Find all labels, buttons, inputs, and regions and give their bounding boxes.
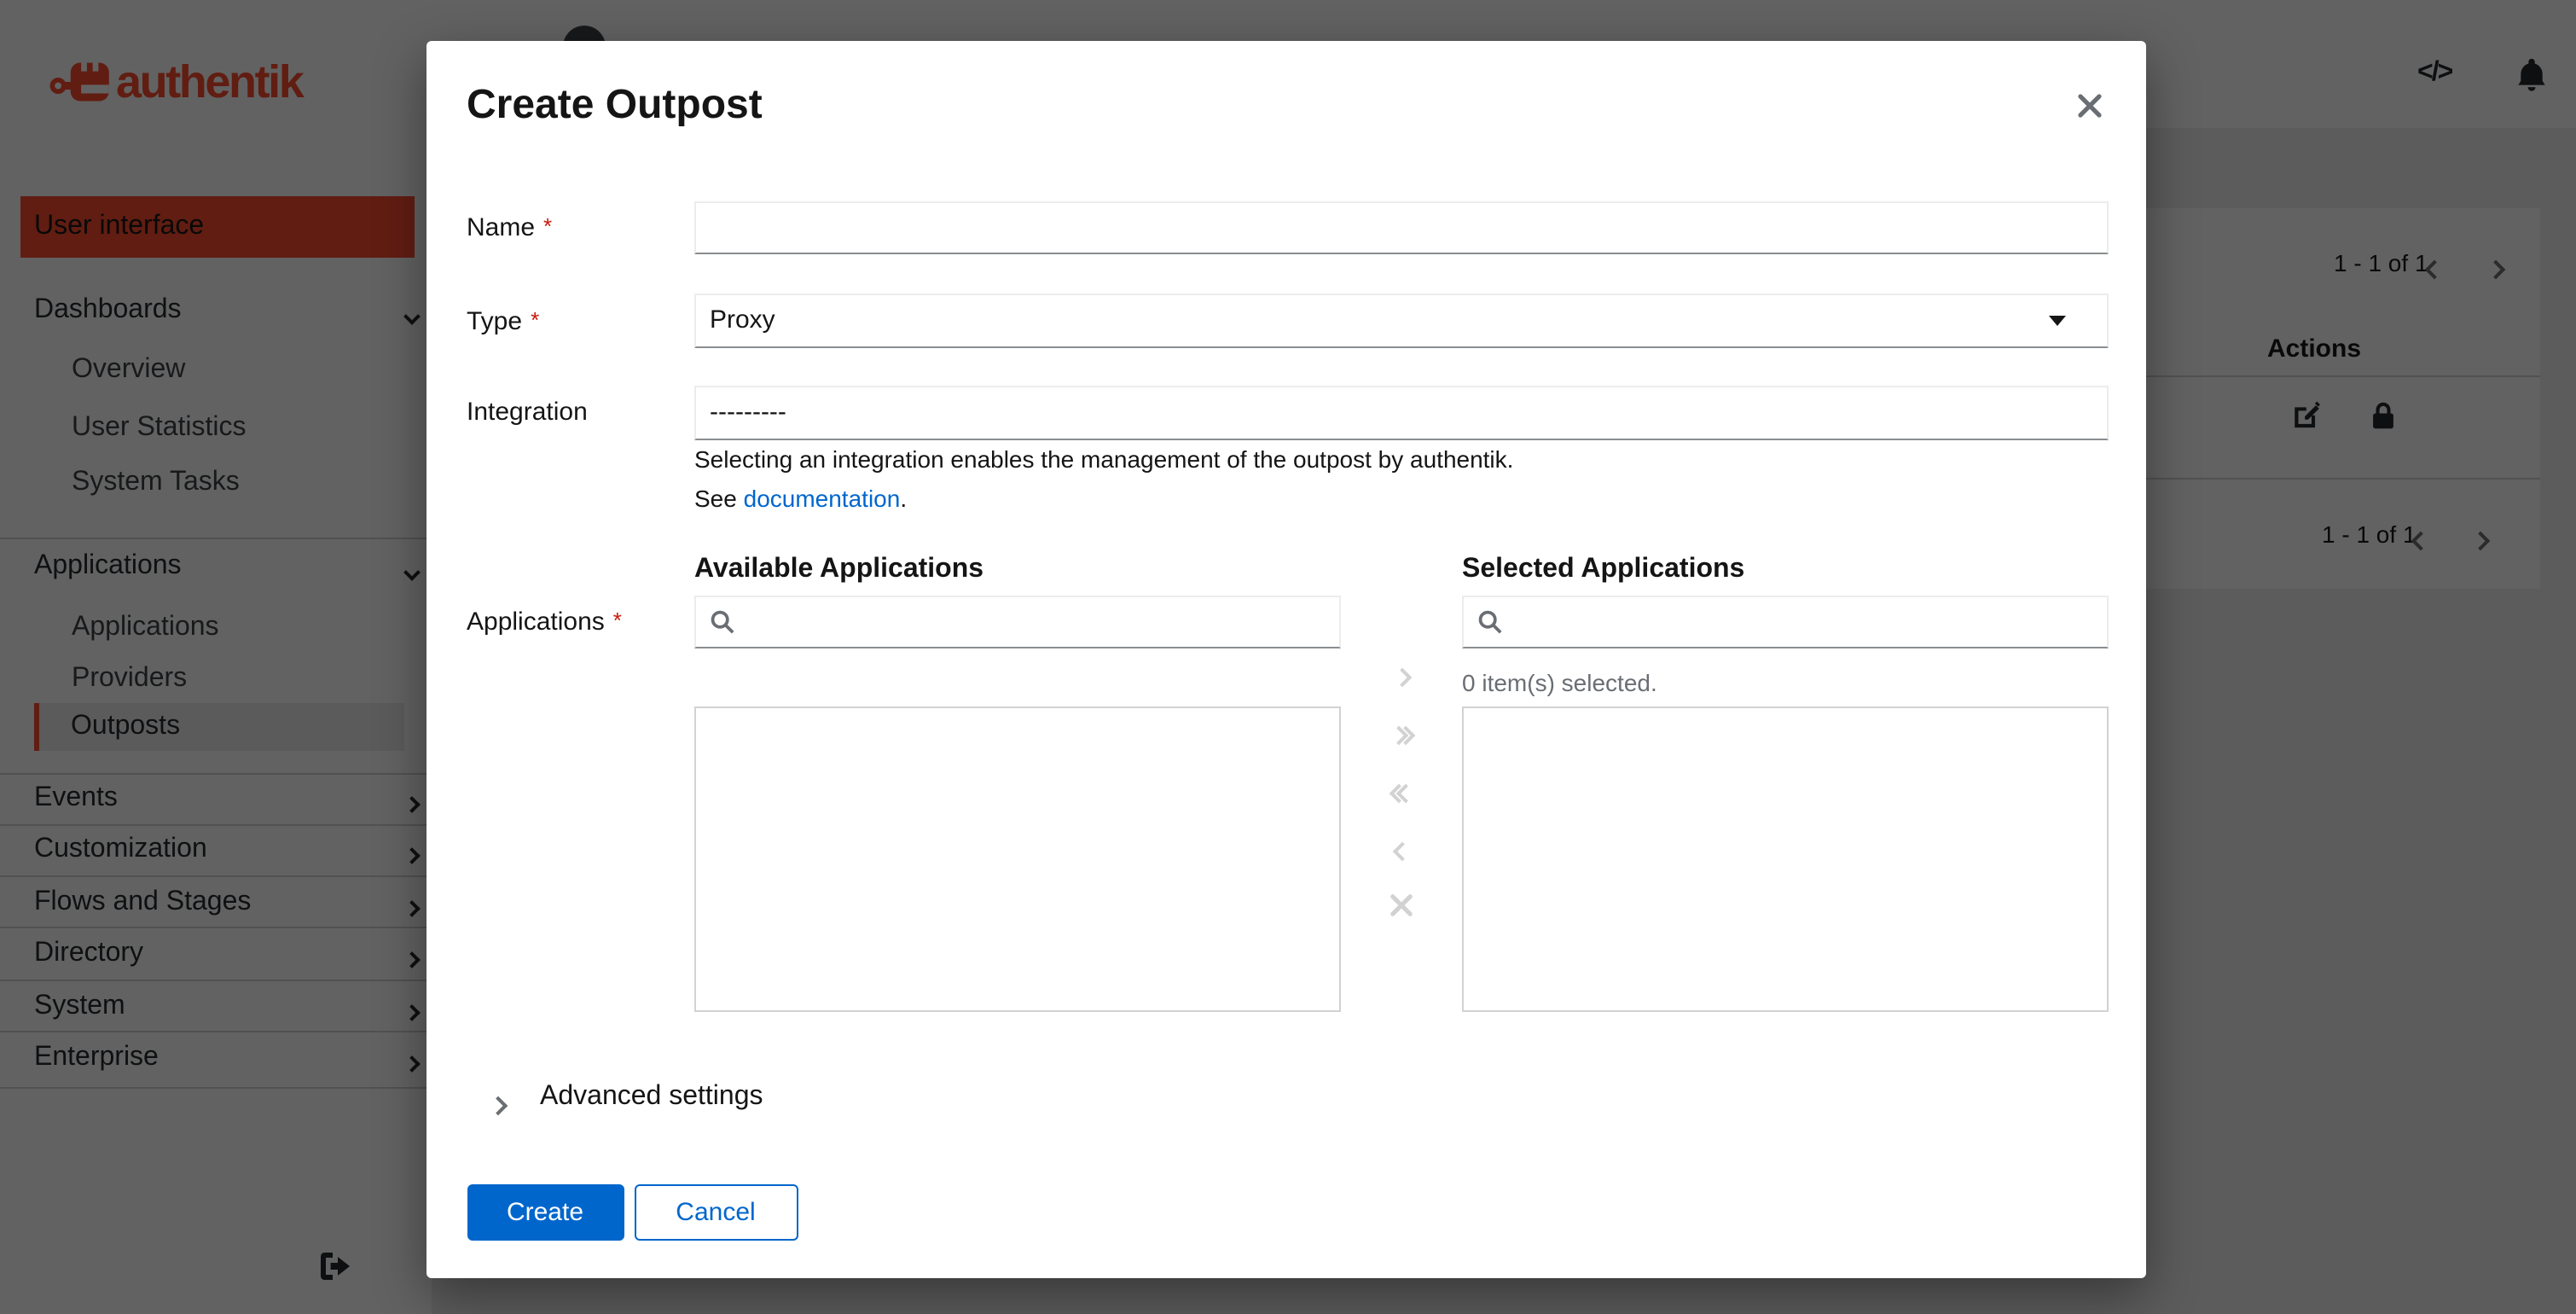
type-select-value: Proxy bbox=[710, 305, 775, 335]
create-outpost-modal: Create Outpost Name * Type * Proxy Integra… bbox=[426, 41, 2145, 1278]
screen: </> authentik bbox=[0, 0, 2576, 1314]
available-applications-listbox[interactable] bbox=[694, 706, 1341, 1012]
required-marker: * bbox=[612, 608, 622, 633]
integration-select[interactable]: --------- bbox=[694, 386, 2109, 439]
type-label: Type * bbox=[467, 306, 540, 335]
selected-applications-listbox[interactable] bbox=[1462, 706, 2109, 1012]
selected-count-label: 0 item(s) selected. bbox=[1462, 669, 1657, 696]
create-button[interactable]: Create bbox=[467, 1184, 624, 1240]
close-icon[interactable] bbox=[2070, 89, 2108, 126]
selected-applications-title: Selected Applications bbox=[1462, 555, 1745, 584]
required-marker: * bbox=[531, 306, 540, 332]
advanced-settings-toggle[interactable]: Advanced settings bbox=[540, 1082, 763, 1113]
applications-label: Applications * bbox=[467, 608, 622, 637]
caret-down-icon bbox=[2049, 315, 2066, 326]
name-label: Name * bbox=[467, 213, 553, 242]
search-icon bbox=[711, 610, 734, 634]
selected-search bbox=[1462, 596, 2109, 648]
integration-help-see: See documentation. bbox=[694, 485, 908, 512]
move-selected-left-button[interactable] bbox=[1378, 838, 1425, 863]
available-applications-title: Available Applications bbox=[694, 555, 984, 584]
required-marker: * bbox=[543, 213, 553, 239]
selected-search-input[interactable] bbox=[1513, 597, 2107, 647]
integration-label: Integration bbox=[467, 398, 588, 427]
move-all-left-button[interactable] bbox=[1378, 780, 1425, 805]
move-selected-right-button[interactable] bbox=[1378, 664, 1425, 689]
type-select[interactable]: Proxy bbox=[694, 294, 2109, 347]
search-icon bbox=[1478, 610, 1502, 634]
available-search bbox=[694, 596, 1341, 648]
documentation-link[interactable]: documentation bbox=[744, 485, 901, 512]
integration-help-text: Selecting an integration enables the man… bbox=[694, 445, 1514, 473]
integration-select-value: --------- bbox=[710, 398, 786, 427]
modal-title: Create Outpost bbox=[467, 82, 763, 128]
available-search-input[interactable] bbox=[746, 597, 1339, 647]
clear-selection-icon[interactable] bbox=[1378, 894, 1425, 922]
cancel-button[interactable]: Cancel bbox=[634, 1184, 798, 1240]
name-input[interactable] bbox=[694, 201, 2109, 254]
move-all-right-button[interactable] bbox=[1378, 722, 1425, 747]
chevron-right-icon[interactable] bbox=[487, 1090, 508, 1121]
